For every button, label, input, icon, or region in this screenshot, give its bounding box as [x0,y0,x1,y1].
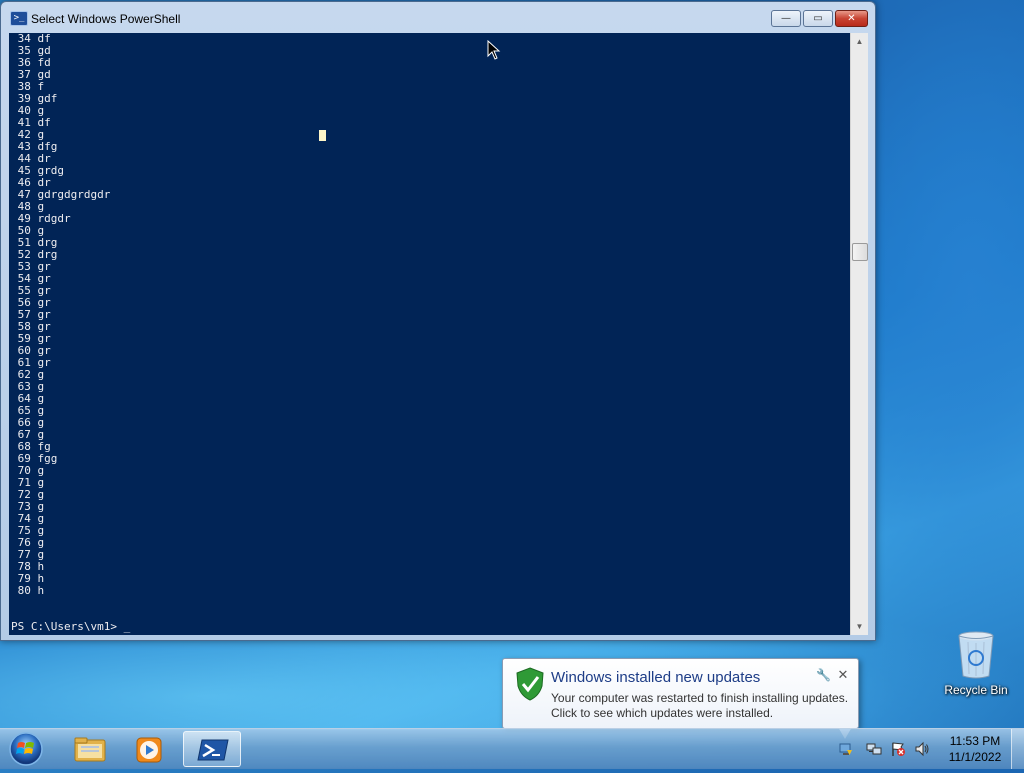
mouse-pointer-icon [487,40,501,60]
scrollbar-thumb[interactable] [852,243,868,261]
network-icon[interactable] [866,741,882,757]
console-area[interactable]: 34 df 35 gd 36 fd 37 gd 38 f 39 gdf 40 g… [9,33,868,635]
action-center-flag-icon[interactable] [890,741,906,757]
volume-icon[interactable] [914,741,930,757]
notification-body[interactable]: Your computer was restarted to finish in… [551,691,848,721]
close-icon: ✕ [847,13,856,24]
recycle-bin-label: Recycle Bin [944,683,1008,697]
maximize-icon: ▭ [813,13,823,24]
console-output[interactable]: 34 df 35 gd 36 fd 37 gd 38 f 39 gdf 40 g… [9,33,850,635]
taskbar-explorer-button[interactable] [61,731,119,767]
vertical-scrollbar[interactable]: ▲ ▼ [850,33,868,635]
wrench-icon[interactable]: 🔧 [816,668,831,682]
show-desktop-button[interactable] [1011,729,1024,769]
scroll-down-arrow-icon[interactable]: ▼ [851,618,868,635]
system-tray: 11:53 PM 11/1/2022 [836,729,1024,769]
windows-update-icon[interactable] [838,741,854,757]
powershell-window[interactable]: >_ Select Windows PowerShell — ▭ ✕ 34 df… [0,1,876,641]
console-prompt[interactable]: PS C:\Users\vm1> _ [11,621,130,633]
minimize-button[interactable]: — [771,10,801,27]
maximize-button[interactable]: ▭ [803,10,833,27]
taskbar: 11:53 PM 11/1/2022 [0,728,1024,769]
notification-close-icon[interactable]: ✕ [836,668,850,682]
powershell-icon [197,739,229,761]
taskbar-media-player-button[interactable] [121,731,179,767]
start-button[interactable] [6,730,46,768]
notification-body-line: Click to see which updates were installe… [551,706,774,720]
taskbar-powershell-button[interactable] [183,731,241,767]
media-player-icon [136,737,162,763]
minimize-icon: — [781,13,791,24]
folder-icon [74,737,106,762]
update-notification-balloon[interactable]: Windows installed new updates Your compu… [502,658,859,739]
powershell-app-icon[interactable]: >_ [10,11,28,26]
security-shield-icon [516,667,544,701]
notification-body-line: Your computer was restarted to finish in… [551,691,849,705]
selection-cursor [319,130,326,141]
scroll-up-arrow-icon[interactable]: ▲ [851,33,868,50]
close-button[interactable]: ✕ [835,10,868,27]
notification-title: Windows installed new updates [551,669,761,686]
recycle-bin-icon [958,631,994,679]
recycle-bin[interactable]: Recycle Bin [940,630,1012,700]
window-titlebar[interactable]: >_ Select Windows PowerShell — ▭ ✕ [1,2,875,32]
clock-time[interactable]: 11:53 PM [944,734,1006,748]
clock-date[interactable]: 11/1/2022 [944,750,1006,764]
window-title: Select Windows PowerShell [31,12,181,26]
console-line: 80 h [11,584,45,597]
